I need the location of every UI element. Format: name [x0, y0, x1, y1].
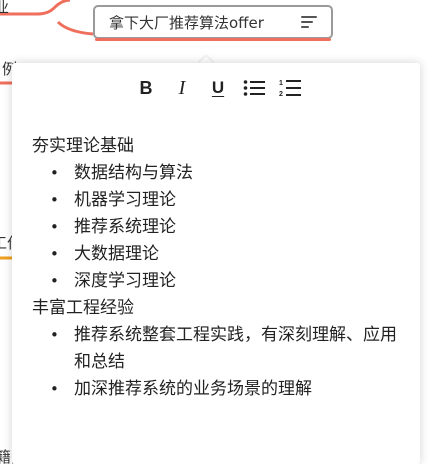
underline-icon: U [211, 78, 225, 97]
list-item: 加深推荐系统的业务场景的理解 [32, 376, 402, 403]
list-item: 数据结构与算法 [32, 160, 402, 187]
branch-connector-red-lower [56, 20, 94, 36]
note-section: 丰富工程经验 推荐系统整套工程实践，有深刻理解、应用和总结 加深推荐系统的业务场… [32, 295, 402, 403]
bold-button[interactable]: B [134, 77, 158, 99]
menu-icon[interactable] [301, 16, 317, 29]
list-item: 大数据理论 [32, 241, 402, 268]
italic-icon: I [178, 76, 186, 99]
italic-button[interactable]: I [170, 77, 194, 99]
section-title: 夯实理论基础 [32, 136, 134, 156]
underline-button[interactable]: U [206, 77, 230, 99]
node-title[interactable]: 拿下大厂推荐算法offer [109, 12, 264, 33]
bullet-list: 推荐系统整套工程实践，有深刻理解、应用和总结 加深推荐系统的业务场景的理解 [32, 322, 402, 403]
branch-connector-red [0, 0, 71, 16]
svg-text:2: 2 [279, 91, 283, 98]
note-editor-popover: B I U 1 2 夯实理论基础 • 数据结构与算法 • 机器学习理论 • 推荐… [12, 63, 420, 464]
mindmap-node-selected[interactable]: 拿下大厂推荐算法offer [93, 5, 333, 41]
numbered-list-icon: 1 2 [279, 80, 301, 98]
list-item: 深度学习理论 [32, 268, 402, 295]
mindmap-canvas: 业 例 工作 籍阅读 拿下大厂推荐算法offer B I U [0, 0, 430, 464]
note-text-editor[interactable]: 夯实理论基础 数据结构与算法 机器学习理论 推荐系统理论 大数据理论 深度学习理… [32, 133, 402, 403]
svg-text:1: 1 [279, 80, 283, 87]
note-section: 夯实理论基础 数据结构与算法 机器学习理论 推荐系统理论 大数据理论 深度学习理… [32, 133, 402, 295]
numbered-list-button[interactable]: 1 2 [278, 77, 302, 99]
bold-icon: B [139, 77, 153, 98]
format-toolbar: B I U 1 2 [134, 77, 314, 99]
section-title: 丰富工程经验 [32, 298, 134, 318]
bullet-list: 数据结构与算法 机器学习理论 推荐系统理论 大数据理论 深度学习理论 [32, 160, 402, 295]
list-item: 推荐系统理论 [32, 214, 402, 241]
bullet-list-icon [243, 80, 265, 96]
list-item: 推荐系统整套工程实践，有深刻理解、应用和总结 [32, 322, 402, 376]
bullet-list-button[interactable] [242, 77, 266, 99]
background-node-fragment: 业 [0, 0, 10, 16]
list-item: 机器学习理论 [32, 187, 402, 214]
